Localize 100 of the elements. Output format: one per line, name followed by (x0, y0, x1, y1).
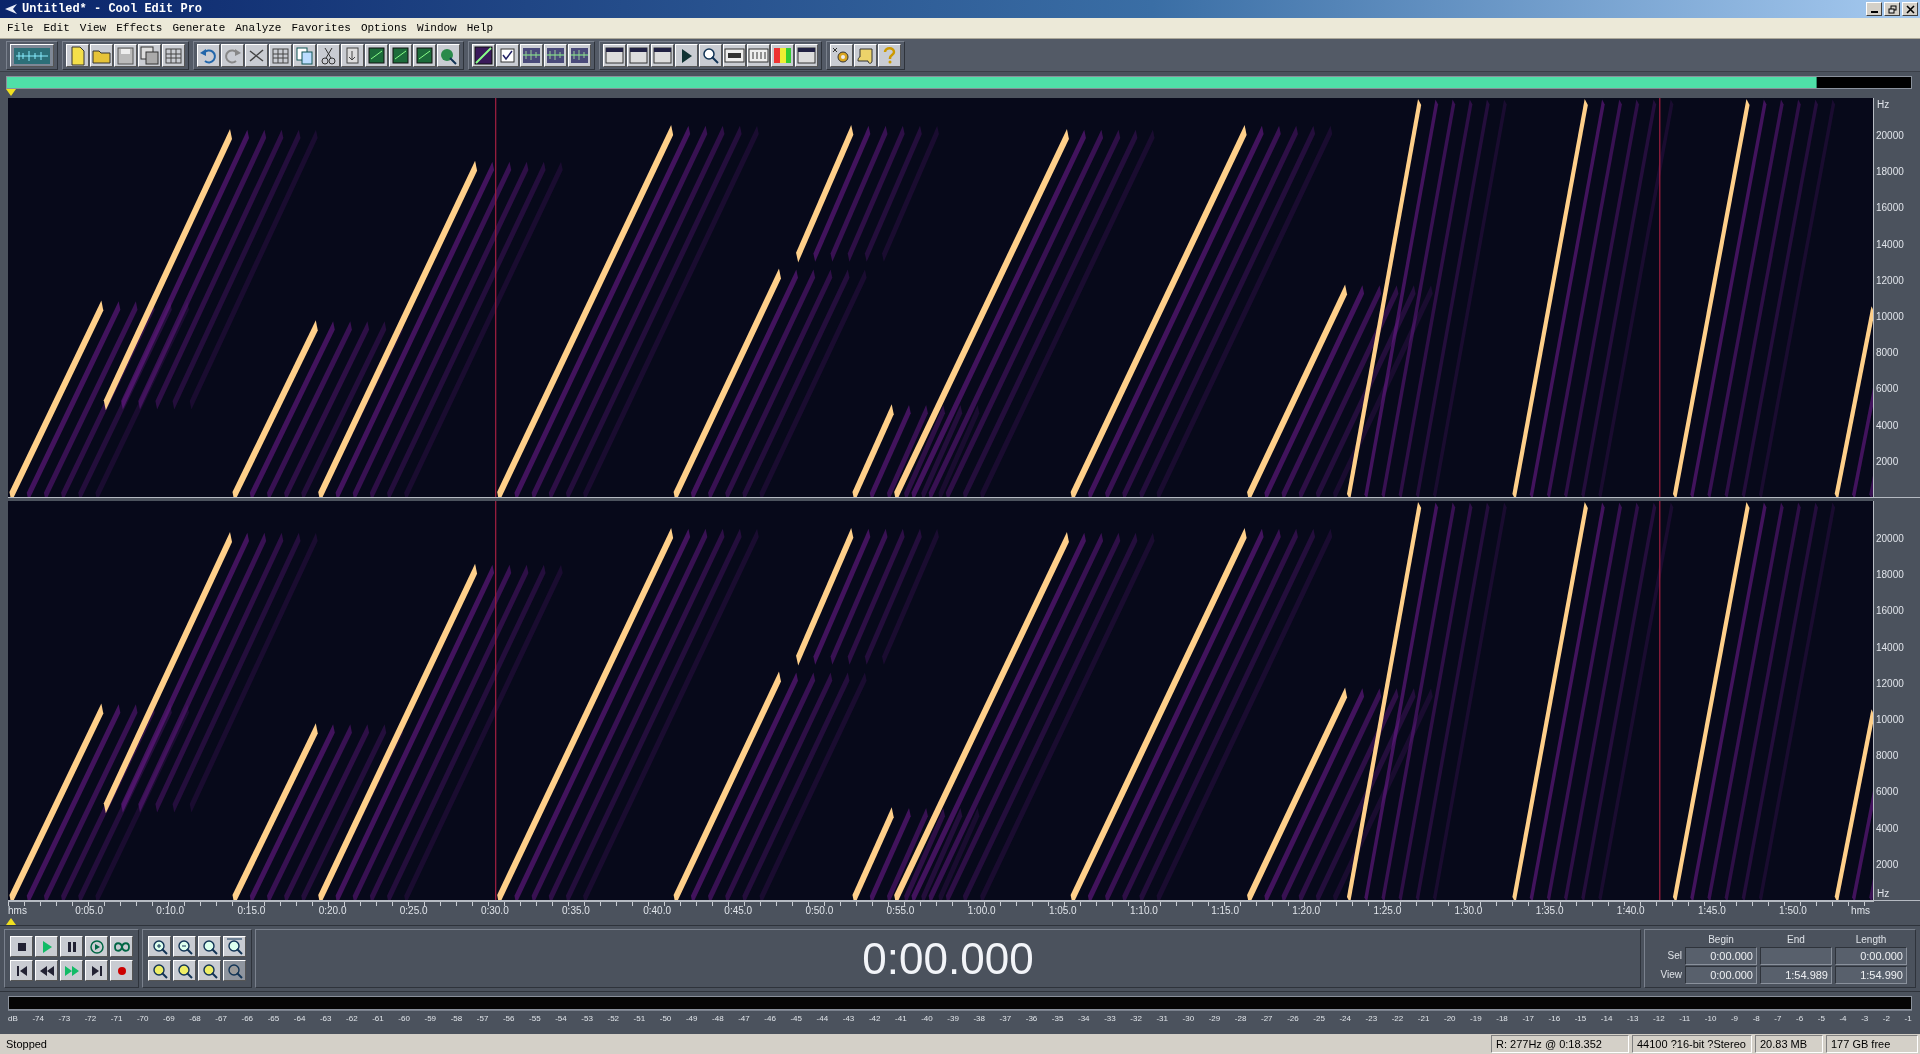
zoom-in-button[interactable] (148, 936, 171, 957)
time-field[interactable]: 0:00.000 (1685, 946, 1757, 965)
play-to-end-button[interactable] (85, 936, 108, 957)
save-button[interactable] (114, 43, 137, 67)
restore-icon (1887, 4, 1897, 14)
meter-label: -17 (1522, 1014, 1534, 1023)
overview-track[interactable] (6, 76, 1912, 89)
axis-label: 12000 (1876, 274, 1904, 286)
rewind-button[interactable] (35, 960, 58, 981)
meter-label: -45 (790, 1014, 802, 1023)
zoom-out-button[interactable] (173, 936, 196, 957)
menu-item[interactable]: Window (412, 22, 462, 34)
window-icon (628, 44, 649, 66)
undo-button[interactable] (197, 43, 220, 67)
skip-to-start-button[interactable] (10, 960, 33, 981)
axis-label: hms (8, 905, 27, 916)
zoom-full-button[interactable] (198, 936, 221, 957)
meter-label: -31 (1156, 1014, 1168, 1023)
meter-label: -37 (999, 1014, 1012, 1023)
menu-item[interactable]: Effects (111, 22, 168, 34)
pause-button[interactable] (60, 936, 83, 957)
scroll-button[interactable] (854, 43, 877, 67)
meter-label: -47 (738, 1014, 750, 1023)
grid-button[interactable] (269, 43, 292, 67)
menu-item[interactable]: Generate (167, 22, 231, 34)
meter-label: -41 (895, 1014, 907, 1023)
zoom-vertical-button[interactable] (223, 936, 246, 957)
loop-button[interactable] (110, 936, 133, 957)
menu-item[interactable]: Options (355, 22, 413, 34)
meter-label: dB (8, 1014, 18, 1023)
menu-item[interactable]: File (2, 22, 39, 34)
new-file-button[interactable] (66, 43, 89, 67)
axis-label: 1:15.0 (1211, 905, 1239, 916)
fast-forward-button[interactable] (60, 960, 83, 981)
redo-button[interactable] (221, 43, 244, 67)
meter-label: -72 (84, 1014, 97, 1023)
grid-view-button[interactable] (568, 43, 591, 67)
grid-view-button[interactable] (544, 43, 567, 67)
time-field[interactable]: 0:00.000 (1835, 946, 1907, 965)
window-button[interactable] (651, 43, 674, 67)
grid-view-button[interactable] (520, 43, 543, 67)
restore-button[interactable] (1884, 2, 1900, 16)
window-button[interactable] (603, 43, 626, 67)
window-button[interactable] (627, 43, 650, 67)
zoom-button[interactable] (699, 43, 722, 67)
close-button[interactable] (1902, 2, 1918, 16)
meter-label: -66 (241, 1014, 254, 1023)
meter-label: -18 (1496, 1014, 1508, 1023)
meter-label: -5 (1817, 1014, 1825, 1023)
meter-label: -9 (1730, 1014, 1739, 1023)
menu-item[interactable]: Analyze (230, 22, 287, 34)
status-cell: 177 GB free (1826, 1035, 1918, 1053)
meter-label: -40 (921, 1014, 933, 1023)
menu-item[interactable]: Favorites (286, 22, 356, 34)
meter-label: -35 (1051, 1014, 1064, 1023)
meter-label: -21 (1417, 1014, 1430, 1023)
time-field[interactable]: 1:54.989 (1760, 965, 1832, 984)
meter-label: -14 (1600, 1014, 1613, 1023)
zoom-vertical-icon (224, 936, 245, 957)
minimize-button[interactable] (1866, 2, 1882, 16)
status-text: Stopped (5, 1037, 48, 1052)
meter-label: -60 (398, 1014, 410, 1023)
meter-label: -52 (607, 1014, 620, 1023)
time-button[interactable] (723, 43, 746, 67)
spectral-view-button[interactable] (472, 43, 495, 67)
axis-label: 0:25.0 (399, 905, 428, 916)
save-as-button[interactable] (138, 43, 161, 67)
bars-button[interactable] (747, 43, 770, 67)
axis-label: 0:20.0 (318, 905, 347, 916)
stop-button[interactable] (10, 936, 33, 957)
record-button[interactable] (110, 960, 133, 981)
scissors-button[interactable] (245, 43, 268, 67)
axis-unit: Hz (1877, 99, 1890, 110)
axis-label: 1:25.0 (1373, 905, 1402, 916)
meter-label: -12 (1653, 1014, 1665, 1023)
save-all-button[interactable] (162, 43, 185, 67)
meter-label: -24 (1339, 1014, 1351, 1023)
axis-label: 6000 (1876, 785, 1899, 797)
meter-label: -73 (58, 1014, 71, 1023)
menu-item[interactable]: Help (461, 22, 499, 34)
time-field[interactable]: 1:54.990 (1835, 965, 1907, 984)
time-field[interactable]: 0:00.000 (1685, 965, 1757, 984)
play-button[interactable] (35, 936, 58, 957)
blank-window-button[interactable] (795, 43, 818, 67)
meter-label: -69 (163, 1014, 175, 1023)
skip-to-end-button[interactable] (85, 960, 108, 981)
axis-label: 0:50.0 (805, 905, 834, 916)
help-button[interactable] (878, 43, 901, 67)
meter-button[interactable] (771, 43, 794, 67)
meter-label: -51 (633, 1014, 646, 1023)
menu-item[interactable]: Edit (38, 22, 75, 34)
paste-button[interactable] (341, 43, 364, 67)
checkbox-view-button[interactable] (496, 43, 519, 67)
open-folder-button[interactable] (90, 43, 113, 67)
copy-button[interactable] (293, 43, 316, 67)
column-header: End (1786, 933, 1806, 946)
time-field[interactable] (1760, 946, 1832, 965)
menu-item[interactable]: View (74, 22, 112, 34)
play-view-button[interactable] (675, 43, 698, 67)
cut-button[interactable] (317, 43, 340, 67)
